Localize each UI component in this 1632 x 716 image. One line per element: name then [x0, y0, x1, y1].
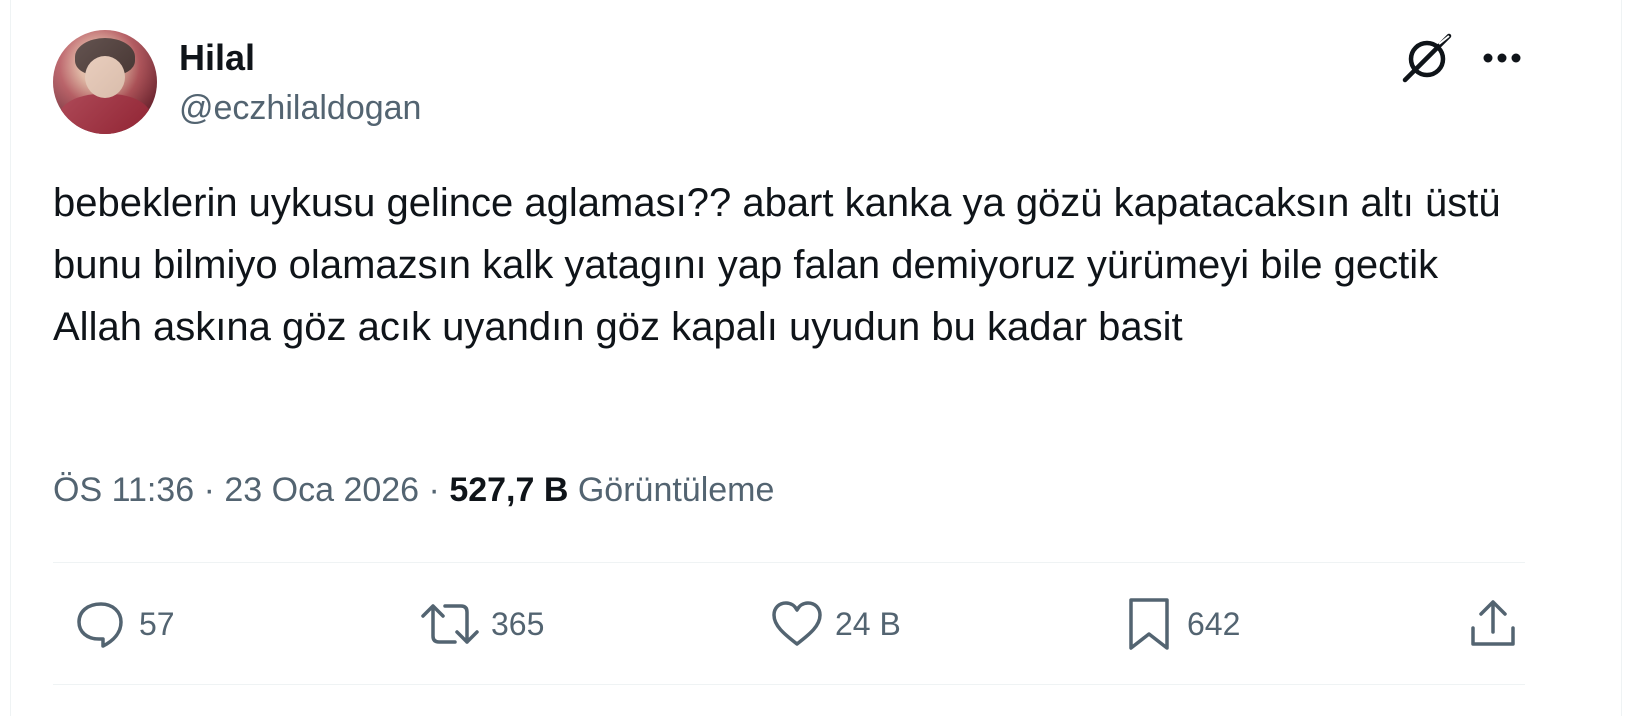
reply-icon — [77, 602, 123, 648]
avatar-overlay — [53, 30, 157, 134]
like-count: 24 B — [835, 606, 901, 642]
bookmark-icon — [1129, 598, 1169, 650]
share-button[interactable] — [1465, 596, 1521, 652]
divider — [53, 562, 1525, 563]
bookmark-button[interactable]: 642 — [1121, 596, 1240, 652]
more-icon[interactable] — [1475, 36, 1529, 80]
tweet-card: Hilal @eczhilaldogan bebeklerin uykusu g… — [10, 0, 1622, 716]
tweet-date[interactable]: 23 Oca 2026 — [224, 471, 419, 509]
tweet-meta: ÖS 11:36 · 23 Oca 2026 · 527,7 B Görüntü… — [53, 468, 774, 512]
avatar[interactable] — [53, 30, 157, 134]
reply-button[interactable]: 57 — [73, 596, 175, 652]
heart-icon — [772, 601, 822, 646]
display-name[interactable]: Hilal — [179, 38, 255, 78]
meta-separator: · — [203, 471, 215, 509]
repost-icon — [421, 604, 479, 644]
user-handle[interactable]: @eczhilaldogan — [179, 88, 421, 128]
reply-count: 57 — [139, 606, 175, 642]
bookmark-count: 642 — [1187, 606, 1241, 642]
action-bar: 57 365 24 B 642 — [53, 596, 1525, 652]
views-label[interactable]: Görüntüleme — [578, 471, 775, 509]
divider — [53, 684, 1525, 685]
tweet-time[interactable]: ÖS 11:36 — [53, 471, 194, 509]
repost-count: 365 — [491, 606, 545, 642]
repost-button[interactable]: 365 — [419, 596, 544, 652]
tweet-text: bebeklerin uykusu gelince aglaması?? aba… — [53, 181, 1512, 349]
grok-icon[interactable] — [1399, 32, 1455, 84]
like-button[interactable]: 24 B — [769, 596, 901, 652]
share-icon — [1471, 600, 1515, 646]
meta-separator: · — [428, 471, 440, 509]
views-count[interactable]: 527,7 B — [449, 471, 568, 509]
